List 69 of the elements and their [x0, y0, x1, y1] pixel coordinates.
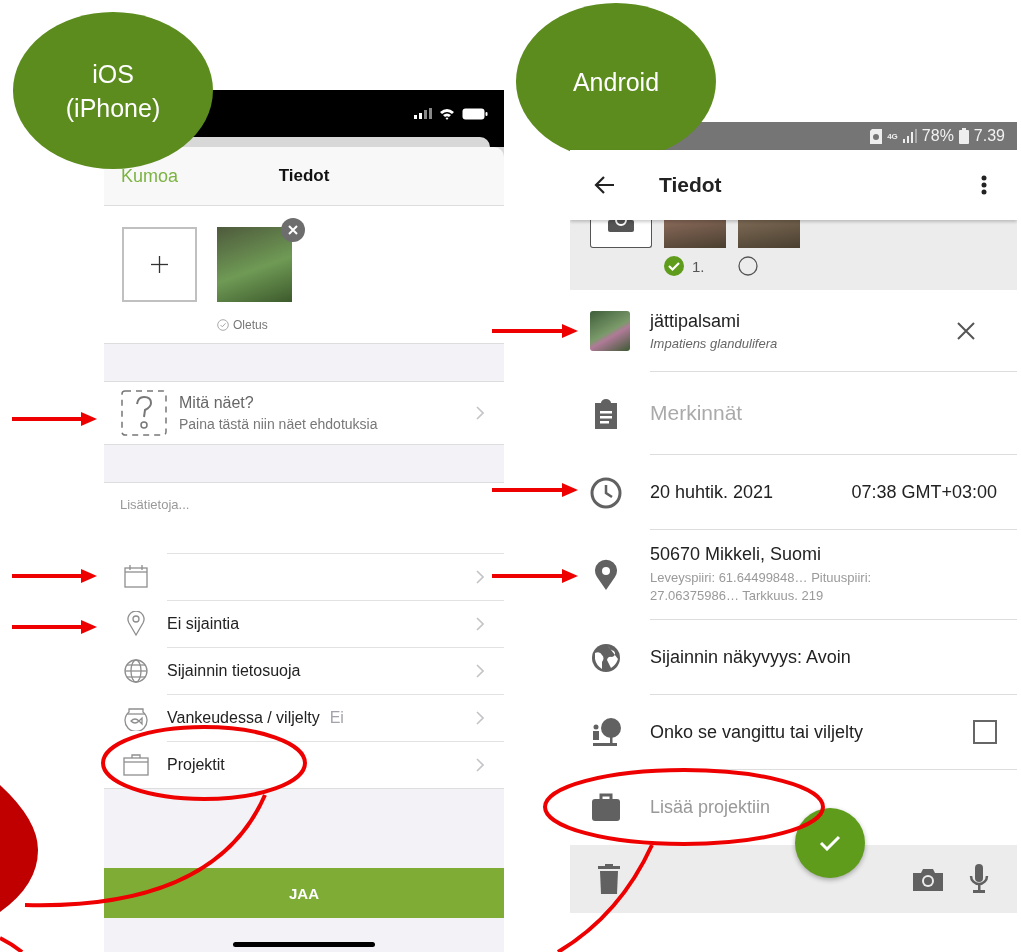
remove-photo-icon[interactable]	[281, 218, 305, 242]
network-label: 4G	[887, 131, 898, 141]
visibility-setting[interactable]: Sijainnin näkyvyys: Avoin	[650, 646, 851, 668]
wifi-icon	[439, 107, 455, 120]
species-photo-placeholder	[590, 311, 630, 351]
more-icon	[981, 175, 987, 195]
list-row[interactable]: Sijainnin tietosuoja	[104, 647, 504, 694]
chevron-icon	[476, 617, 484, 631]
notes-field[interactable]: Merkinnät	[650, 401, 997, 425]
briefcase-icon	[590, 791, 622, 824]
plus-icon	[151, 256, 168, 273]
question-box-icon	[121, 390, 167, 436]
row-label: Projektit	[167, 756, 225, 774]
chevron-icon	[476, 758, 484, 772]
briefcase-icon	[122, 751, 149, 778]
camera-icon[interactable]	[913, 867, 943, 891]
battery-percent: 78%	[921, 127, 954, 145]
clock-time: 7.39	[973, 127, 1005, 145]
chevron-icon	[476, 406, 484, 420]
check-icon	[819, 835, 841, 851]
globe-icon	[122, 657, 149, 684]
species-name: jättipalsami	[650, 310, 742, 332]
back-arrow-icon	[594, 176, 614, 194]
clock-icon	[590, 476, 622, 509]
calendar-icon	[122, 563, 149, 590]
camera-button[interactable]	[590, 220, 652, 248]
chevron-icon	[476, 711, 484, 725]
signal-icon	[414, 108, 432, 119]
identify-title: Mitä näet?	[179, 394, 255, 412]
captive-label: Onko se vangittu tai viljelty	[650, 721, 864, 743]
list-row[interactable]: Projektit	[104, 741, 504, 788]
connector-line	[0, 936, 24, 952]
coordinates-text: Leveyspiiri: 61.64499848… Pituuspiiri: 27.06375986… Tarkkuus. 219	[650, 569, 873, 605]
badge-label: iOS (iPhone)	[64, 58, 162, 124]
back-button[interactable]	[594, 176, 614, 194]
photo-number: 1.	[692, 257, 705, 275]
scientific-name: Impatiens glandulifera	[650, 335, 778, 351]
default-label: Oletus	[233, 318, 268, 332]
notes-field[interactable]: Lisätietoja...	[104, 483, 504, 553]
chevron-icon	[476, 664, 484, 678]
list-row[interactable]: Vankeudessa / viljelty Ei	[104, 694, 504, 741]
check-circle-icon[interactable]	[664, 256, 684, 276]
radio-circle-icon[interactable]	[738, 256, 758, 276]
captive-checkbox[interactable]	[973, 720, 997, 744]
identify-row[interactable]: Mitä näet? Paina tästä niin näet ehdotuksia	[104, 382, 504, 445]
more-button[interactable]	[981, 175, 987, 195]
sim-icon	[870, 128, 883, 144]
screen-title: Tiedot	[659, 173, 723, 197]
close-icon[interactable]	[957, 321, 975, 340]
time-text[interactable]: 07:38 GMT+03:00	[851, 481, 997, 503]
chevron-icon	[476, 570, 484, 584]
screen-title: Tiedot	[278, 166, 330, 186]
check-circle-icon	[217, 319, 229, 331]
signal-icon	[902, 129, 917, 143]
list-row[interactable]: Ei sijaintia	[104, 600, 504, 647]
trash-icon[interactable]	[598, 864, 620, 894]
identify-hint: Paina tästä niin näet ehdotuksia	[179, 416, 379, 432]
battery-icon	[462, 107, 488, 120]
person-tree-icon	[590, 716, 622, 749]
row-label: Sijainnin tietosuoja	[167, 662, 301, 680]
battery-icon	[958, 128, 969, 144]
row-value: Ei	[329, 709, 344, 727]
badge-label: Android	[571, 66, 661, 98]
microphone-icon[interactable]	[969, 864, 989, 894]
location-name[interactable]: 50670 Mikkeli, Suomi	[650, 544, 912, 565]
date-text[interactable]: 20 huhtik. 2021	[650, 481, 774, 503]
row-label: Ei sijaintia	[167, 615, 240, 633]
row-label: Vankeudessa / viljelty	[167, 709, 320, 727]
globe-icon	[590, 641, 622, 674]
